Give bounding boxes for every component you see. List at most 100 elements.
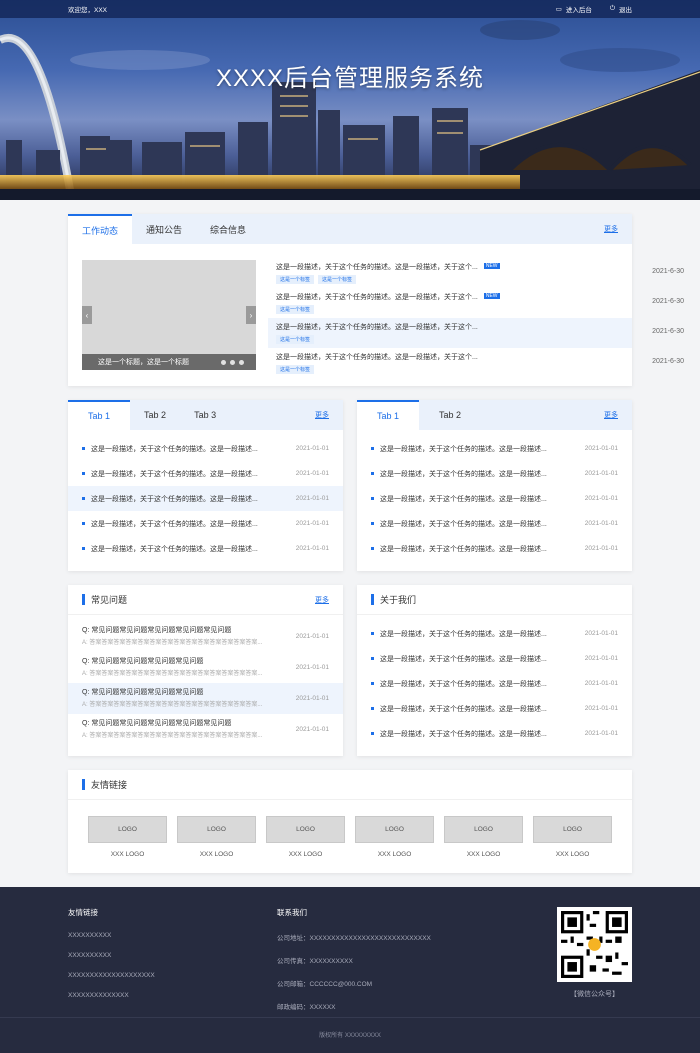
partner-logo[interactable]: LOGO XXX LOGO <box>444 816 523 858</box>
list-item[interactable]: 这是一段描述，关于这个任务的描述。这是一段描述... 2021-01-01 <box>357 536 632 561</box>
list-item[interactable]: 这是一段描述，关于这个任务的描述。这是一段描述... 2021-01-01 <box>357 461 632 486</box>
news-text: 这是一段描述，关于这个任务的描述。这是一段描述，关于这个... <box>276 294 478 301</box>
list-item[interactable]: 这是一段描述，关于这个任务的描述。这是一段描述... 2021-01-01 <box>68 536 343 561</box>
image-carousel[interactable]: ‹ › 这是一个标题，这是一个标题 <box>82 260 256 370</box>
list-item-date: 2021-01-01 <box>295 495 329 502</box>
faq-item[interactable]: Q: 常见问题常见问题常见问题常见问题常见问题 A: 答案答案答案答案答案答案答案… <box>68 714 343 745</box>
faq-item[interactable]: Q: 常见问题常见问题常见问题常见问题 A: 答案答案答案答案答案答案答案答案答案… <box>68 652 343 683</box>
news-item[interactable]: 这是一段描述，关于这个任务的描述。这是一段描述，关于这个... 这是一个标签 2… <box>268 348 684 378</box>
list-item-date: 2021-01-01 <box>584 680 618 687</box>
bullet <box>371 472 374 475</box>
faq-question: Q: 常见问题常见问题常见问题常见问题常见问题 <box>82 627 232 634</box>
list-item[interactable]: 这是一段描述，关于这个任务的描述。这是一段描述... 2021-01-01 <box>357 646 632 671</box>
bullet <box>82 447 85 450</box>
footer-links-title: 友情链接 <box>68 908 98 917</box>
tab-work-news[interactable]: 工作动态 <box>68 214 133 244</box>
more-link[interactable]: 更多 <box>604 410 618 420</box>
tab-1[interactable]: Tab 1 <box>68 400 131 430</box>
list-item-text: 这是一段描述，关于这个任务的描述。这是一段描述... <box>380 680 547 688</box>
logout-link[interactable]: ⏻ 退出 <box>610 4 632 14</box>
chevron-right-icon[interactable]: › <box>246 306 256 324</box>
partner-logo[interactable]: LOGO XXX LOGO <box>533 816 612 858</box>
carousel-dot[interactable] <box>239 360 244 365</box>
enter-admin-link[interactable]: ▭ 进入后台 <box>556 4 592 14</box>
list-item-text: 这是一段描述，关于这个任务的描述。这是一段描述... <box>380 520 547 528</box>
list-item[interactable]: 这是一段描述，关于这个任务的描述。这是一段描述... 2021-01-01 <box>68 436 343 461</box>
bullet <box>82 547 85 550</box>
list-item-text: 这是一段描述，关于这个任务的描述。这是一段描述... <box>91 495 258 503</box>
list-item-date: 2021-01-01 <box>295 445 329 452</box>
new-badge: NEW <box>483 263 500 269</box>
list-item[interactable]: 这是一段描述，关于这个任务的描述。这是一段描述... 2021-01-01 <box>357 621 632 646</box>
faq-item[interactable]: Q: 常见问题常见问题常见问题常见问题 A: 答案答案答案答案答案答案答案答案答案… <box>68 683 343 714</box>
footer-link[interactable]: XXXXXXXXXX <box>68 952 155 959</box>
friend-links-title: 友情链接 <box>91 780 128 790</box>
left-tabs: Tab 1 Tab 2 Tab 3 更多 <box>68 400 343 430</box>
list-item-date: 2021-01-01 <box>584 445 618 452</box>
footer-contact: 联系我们 公司地址：XXXXXXXXXXXXXXXXXXXXXXXXXXXX 公… <box>277 907 431 1024</box>
list-item[interactable]: 这是一段描述，关于这个任务的描述。这是一段描述... 2021-01-01 <box>68 486 343 511</box>
carousel-dot[interactable] <box>230 360 235 365</box>
chevron-left-icon[interactable]: ‹ <box>82 306 92 324</box>
tab-3[interactable]: Tab 3 <box>180 400 230 430</box>
logo-caption: XXX LOGO <box>466 851 501 858</box>
friend-links-card: 友情链接 LOGO XXX LOGO LOGO XXX LOGO LOGO XXX L… <box>68 770 632 873</box>
news-item[interactable]: 这是一段描述，关于这个任务的描述。这是一段描述，关于这个... 这是一个标签 2… <box>268 318 684 348</box>
list-item-date: 2021-01-01 <box>295 545 329 552</box>
list-item[interactable]: 这是一段描述，关于这个任务的描述。这是一段描述... 2021-01-01 <box>357 511 632 536</box>
footer-link[interactable]: XXXXXXXXXXXXXXXXXXXX <box>68 972 155 979</box>
tab-general-info[interactable]: 综合信息 <box>196 214 260 244</box>
partner-logo[interactable]: LOGO XXX LOGO <box>355 816 434 858</box>
faq-header: 常见问题 更多 <box>68 585 343 615</box>
list-item[interactable]: 这是一段描述，关于这个任务的描述。这是一段描述... 2021-01-01 <box>357 721 632 746</box>
tab-1[interactable]: Tab 1 <box>357 400 420 430</box>
news-text: 这是一段描述，关于这个任务的描述。这是一段描述，关于这个... <box>276 324 478 331</box>
partner-logo[interactable]: LOGO XXX LOGO <box>266 816 345 858</box>
faq-answer: A: 答案答案答案答案答案答案答案答案答案答案答案答案答案答案... <box>82 733 263 739</box>
list-item-text: 这是一段描述，关于这个任务的描述。这是一段描述... <box>380 630 547 638</box>
list-item[interactable]: 这是一段描述，关于这个任务的描述。这是一段描述... 2021-01-01 <box>357 671 632 696</box>
list-item[interactable]: 这是一段描述，关于这个任务的描述。这是一段描述... 2021-01-01 <box>68 461 343 486</box>
partner-logo[interactable]: LOGO XXX LOGO <box>88 816 167 858</box>
more-link[interactable]: 更多 <box>315 410 329 420</box>
list-item[interactable]: 这是一段描述，关于这个任务的描述。这是一段描述... 2021-01-01 <box>357 486 632 511</box>
tab-2[interactable]: Tab 2 <box>419 400 481 430</box>
bullet <box>82 522 85 525</box>
carousel-dots[interactable] <box>221 360 244 365</box>
tab-notices[interactable]: 通知公告 <box>132 214 196 244</box>
faq-item[interactable]: Q: 常见问题常见问题常见问题常见问题常见问题 A: 答案答案答案答案答案答案答案… <box>68 621 343 652</box>
list-item[interactable]: 这是一段描述，关于这个任务的描述。这是一段描述... 2021-01-01 <box>357 696 632 721</box>
list-item[interactable]: 这是一段描述，关于这个任务的描述。这是一段描述... 2021-01-01 <box>357 436 632 461</box>
news-date: 2021-6-30 <box>652 328 684 335</box>
more-link[interactable]: 更多 <box>604 224 618 234</box>
work-news-card: 工作动态 通知公告 综合信息 更多 ‹ › 这是一个标题，这是一个标题 这是一段… <box>68 214 684 386</box>
list-item-date: 2021-01-01 <box>295 470 329 477</box>
section-bar <box>82 594 85 605</box>
list-item-text: 这是一段描述，关于这个任务的描述。这是一段描述... <box>380 470 547 478</box>
power-icon: ⏻ <box>609 5 615 12</box>
about-card: 关于我们 这是一段描述，关于这个任务的描述。这是一段描述... 2021-01-0… <box>357 585 632 756</box>
footer-link[interactable]: XXXXXXXXXXXXXX <box>68 992 155 999</box>
bullet <box>371 682 374 685</box>
carousel-dot[interactable] <box>221 360 226 365</box>
list-item-date: 2021-01-01 <box>584 730 618 737</box>
list-item-date: 2021-01-01 <box>584 630 618 637</box>
news-tag: 这是一个标签 <box>276 365 315 374</box>
logo-placeholder: LOGO <box>88 816 167 843</box>
list-item[interactable]: 这是一段描述，关于这个任务的描述。这是一段描述... 2021-01-01 <box>68 511 343 536</box>
more-link[interactable]: 更多 <box>315 595 329 605</box>
list-item-date: 2021-01-01 <box>584 545 618 552</box>
new-badge: NEW <box>483 293 500 299</box>
faq-title: 常见问题 <box>91 595 128 605</box>
footer-link[interactable]: XXXXXXXXXX <box>68 932 155 939</box>
logout-label: 退出 <box>619 7 632 14</box>
list-item-date: 2021-01-01 <box>584 655 618 662</box>
list-item-text: 这是一段描述，关于这个任务的描述。这是一段描述... <box>91 520 258 528</box>
news-item[interactable]: 这是一段描述，关于这个任务的描述。这是一段描述，关于这个... NEW 这是一个标… <box>268 288 684 318</box>
partner-logo[interactable]: LOGO XXX LOGO <box>177 816 256 858</box>
tab-2[interactable]: Tab 2 <box>130 400 180 430</box>
work-tabs: 工作动态 通知公告 综合信息 更多 <box>68 214 632 244</box>
right-tab-panel: Tab 1 Tab 2 更多 这是一段描述，关于这个任务的描述。这是一段描述..… <box>357 400 632 571</box>
news-item[interactable]: 这是一段描述，关于这个任务的描述。这是一段描述，关于这个... NEW 这是一个标… <box>268 258 684 288</box>
hero-banner: XXXX后台管理服务系统 <box>0 0 700 200</box>
